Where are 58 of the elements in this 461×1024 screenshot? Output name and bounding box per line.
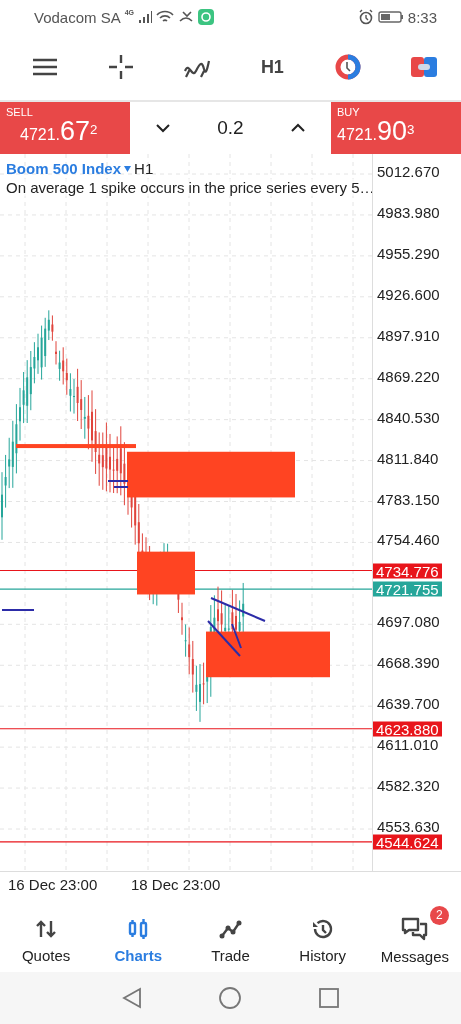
price-label: 4926.600	[377, 286, 440, 302]
time-label: 16 Dec 23:00	[8, 876, 98, 893]
symbol-description: On average 1 spike occurs in the price series every 5…	[6, 179, 375, 196]
caret-icon	[124, 165, 132, 172]
zone-rectangle	[137, 551, 195, 595]
price-label: 4811.840	[377, 450, 439, 466]
wifi-icon	[156, 10, 175, 24]
price-tag: 4721.755	[373, 581, 442, 597]
price-label: 4869.220	[377, 368, 440, 384]
nav-tab[interactable]: History	[278, 906, 367, 966]
chart-timeframe: H1	[134, 160, 154, 177]
timeframe-button[interactable]: H1	[249, 47, 296, 87]
volume-value: 0.2	[217, 117, 244, 139]
signal-icon	[138, 10, 153, 24]
nav-tab[interactable]: Messages 2	[370, 905, 459, 967]
price-tag: 4544.624	[373, 834, 442, 850]
nav-tab[interactable]: Trade	[186, 906, 275, 966]
carrier-name: Vodacom SA	[34, 8, 121, 26]
chat-icon	[400, 915, 429, 942]
price-label: 4955.290	[377, 245, 440, 261]
trend-line	[1, 609, 35, 611]
sell-button[interactable]: SELL 4721.67$^{2}$	[0, 102, 130, 154]
price-label: 4639.700	[377, 695, 440, 711]
price-label: 4983.980	[377, 204, 440, 220]
nav-tab[interactable]: Quotes	[2, 906, 91, 966]
price-label: 4754.460	[377, 531, 440, 547]
recents-icon	[317, 987, 340, 1009]
buy-button[interactable]: BUY 4721.90$^{3}$	[331, 102, 461, 154]
price-tag: 4623.880	[373, 721, 442, 737]
menu-icon	[33, 58, 57, 76]
alarm-icon	[357, 9, 374, 25]
price-label: 4553.630	[377, 818, 440, 834]
price-label: 4582.320	[377, 777, 440, 793]
price-label: 4897.910	[377, 327, 440, 343]
price-label: 4697.080	[377, 613, 440, 629]
clock-circle-icon	[335, 54, 362, 80]
price-label: 5012.670	[377, 163, 440, 179]
battery-icon	[377, 10, 404, 24]
app-icon	[198, 9, 215, 25]
trend-line	[113, 486, 129, 488]
home-icon	[217, 986, 242, 1010]
price-label: 4668.390	[377, 654, 440, 670]
time-label: 18 Dec 23:00	[131, 876, 221, 893]
trend-line	[107, 480, 129, 482]
price-tag: 4734.776	[373, 563, 442, 578]
symbol-name[interactable]: Boom 500 Index	[6, 160, 122, 177]
price-label: 4611.010	[377, 736, 439, 752]
count-badge: 2	[429, 905, 449, 925]
toggle-icon	[411, 57, 437, 77]
nav-tab[interactable]: Charts	[94, 906, 183, 966]
chevron-up-icon	[291, 123, 306, 133]
price-label: 4840.530	[377, 409, 440, 425]
crosshair-icon	[107, 54, 134, 80]
price-label: 4783.150	[377, 491, 440, 506]
missed-call-icon	[178, 10, 195, 24]
back-icon	[121, 987, 142, 1009]
chevron-down-icon	[155, 123, 170, 133]
clock-time: 8:33	[407, 8, 437, 26]
